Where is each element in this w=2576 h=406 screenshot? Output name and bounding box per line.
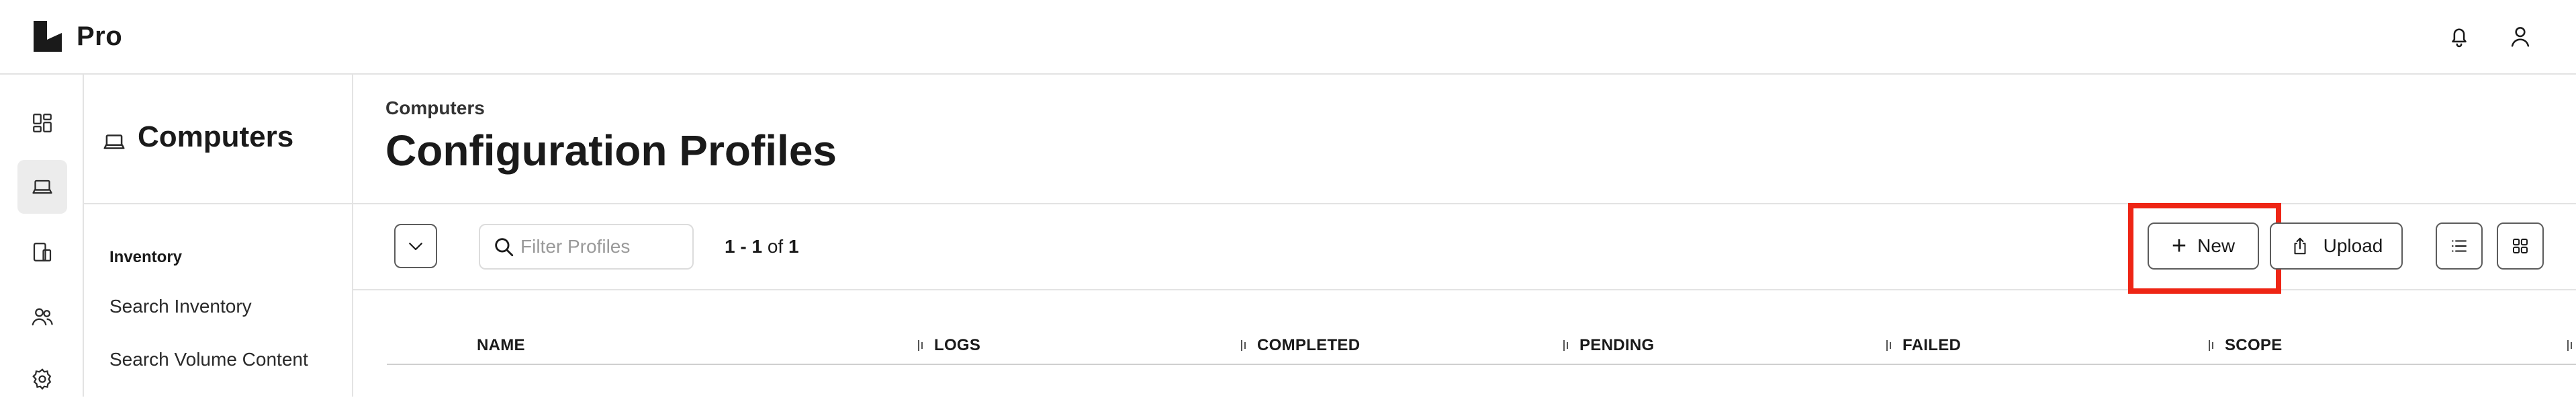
column-label: COMPLETED <box>1257 336 1361 354</box>
dashboard-icon[interactable] <box>17 96 67 150</box>
secondary-nav-header: Computers <box>84 75 352 204</box>
computer-icon[interactable] <box>17 160 67 214</box>
column-label: NAME <box>477 336 525 354</box>
column-resize-icon <box>1886 340 1891 351</box>
list-view-icon <box>2452 240 2467 252</box>
top-bar: Pro <box>0 0 2576 75</box>
column-label: SCOPE <box>2225 336 2283 354</box>
breadcrumb[interactable]: Computers <box>385 97 485 119</box>
page-title: Configuration Profiles <box>385 126 837 175</box>
chevron-down-icon <box>409 243 422 251</box>
notifications-bell-icon[interactable] <box>2442 19 2476 53</box>
column-header-completed[interactable]: COMPLETED <box>1238 336 1360 355</box>
brand[interactable]: Pro <box>32 19 122 53</box>
new-button-label: New <box>2197 235 2236 256</box>
column-header-pending[interactable]: PENDING <box>1561 336 1654 355</box>
users-icon[interactable] <box>17 290 67 343</box>
app-name: Pro <box>77 21 123 51</box>
column-resize-icon <box>918 340 923 351</box>
section-title: Computers <box>138 120 294 153</box>
column-header-name[interactable]: NAME <box>477 336 525 355</box>
icon-rail <box>0 75 84 397</box>
upload-button-label: Upload <box>2323 235 2383 256</box>
grid-view-button[interactable] <box>2497 222 2544 270</box>
result-of-label: of <box>767 236 784 257</box>
settings-icon[interactable] <box>17 352 67 406</box>
table-header: NAME LOGS COMPLETED PENDING FAILED SCOPE <box>387 325 2576 365</box>
collapse-toggle-button[interactable] <box>394 224 437 268</box>
result-total: 1 <box>788 236 799 257</box>
brand-logo-icon <box>34 21 62 52</box>
list-view-button[interactable] <box>2436 222 2483 270</box>
column-header-scope[interactable]: SCOPE <box>2206 336 2283 355</box>
column-label: PENDING <box>1579 336 1655 354</box>
search-icon <box>495 238 514 257</box>
plus-icon: + <box>2171 232 2187 260</box>
upload-icon <box>2294 237 2306 255</box>
column-header-failed[interactable]: FAILED <box>1884 336 1961 355</box>
column-resize-icon[interactable] <box>2565 339 2575 352</box>
computer-icon <box>103 134 125 149</box>
secondary-nav: Computers Inventory Search Inventory Sea… <box>84 75 353 397</box>
filter-profiles-input[interactable] <box>520 233 688 260</box>
main-content: Computers Configuration Profiles 1 - 1 o… <box>353 75 2576 397</box>
result-range: 1 - 1 <box>725 236 763 257</box>
column-header-logs[interactable]: LOGS <box>915 336 980 355</box>
new-button[interactable]: + New <box>2148 222 2259 270</box>
user-account-icon[interactable] <box>2503 19 2537 53</box>
column-resize-icon <box>2209 340 2213 351</box>
nav-group-label: Inventory <box>109 248 183 266</box>
nav-link-search-inventory[interactable]: Search Inventory <box>109 296 252 317</box>
result-count: 1 - 1 of 1 <box>725 236 799 257</box>
upload-button[interactable]: Upload <box>2270 222 2403 270</box>
nav-link-search-volume-content[interactable]: Search Volume Content <box>109 349 308 370</box>
grid-view-icon <box>2513 239 2528 253</box>
column-resize-icon <box>1563 340 1568 351</box>
column-label: FAILED <box>1902 336 1962 354</box>
column-resize-icon <box>1241 340 1246 351</box>
toolbar: 1 - 1 of 1 + New Upload <box>353 203 2576 294</box>
column-label: LOGS <box>934 336 981 354</box>
devices-icon[interactable] <box>17 225 67 279</box>
filter-profiles-field[interactable] <box>479 224 694 270</box>
